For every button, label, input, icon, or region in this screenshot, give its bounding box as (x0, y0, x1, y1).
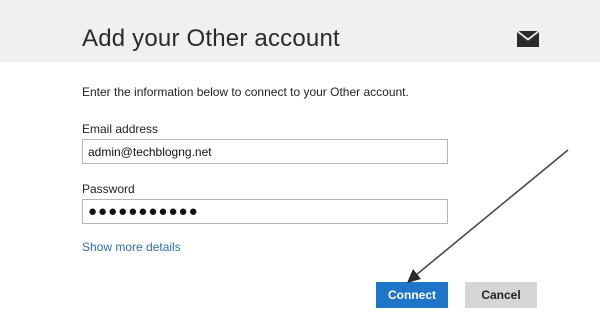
email-label: Email address (82, 122, 159, 136)
password-field[interactable] (82, 199, 448, 224)
email-field[interactable] (82, 139, 448, 164)
connect-button[interactable]: Connect (376, 282, 448, 308)
password-label: Password (82, 182, 135, 196)
dialog-header: Add your Other account (0, 0, 600, 62)
mail-icon (516, 30, 540, 47)
dialog-title: Add your Other account (82, 25, 340, 52)
instructions-text: Enter the information below to connect t… (82, 85, 409, 99)
cancel-button[interactable]: Cancel (465, 282, 537, 308)
show-more-details-link[interactable]: Show more details (82, 239, 181, 255)
